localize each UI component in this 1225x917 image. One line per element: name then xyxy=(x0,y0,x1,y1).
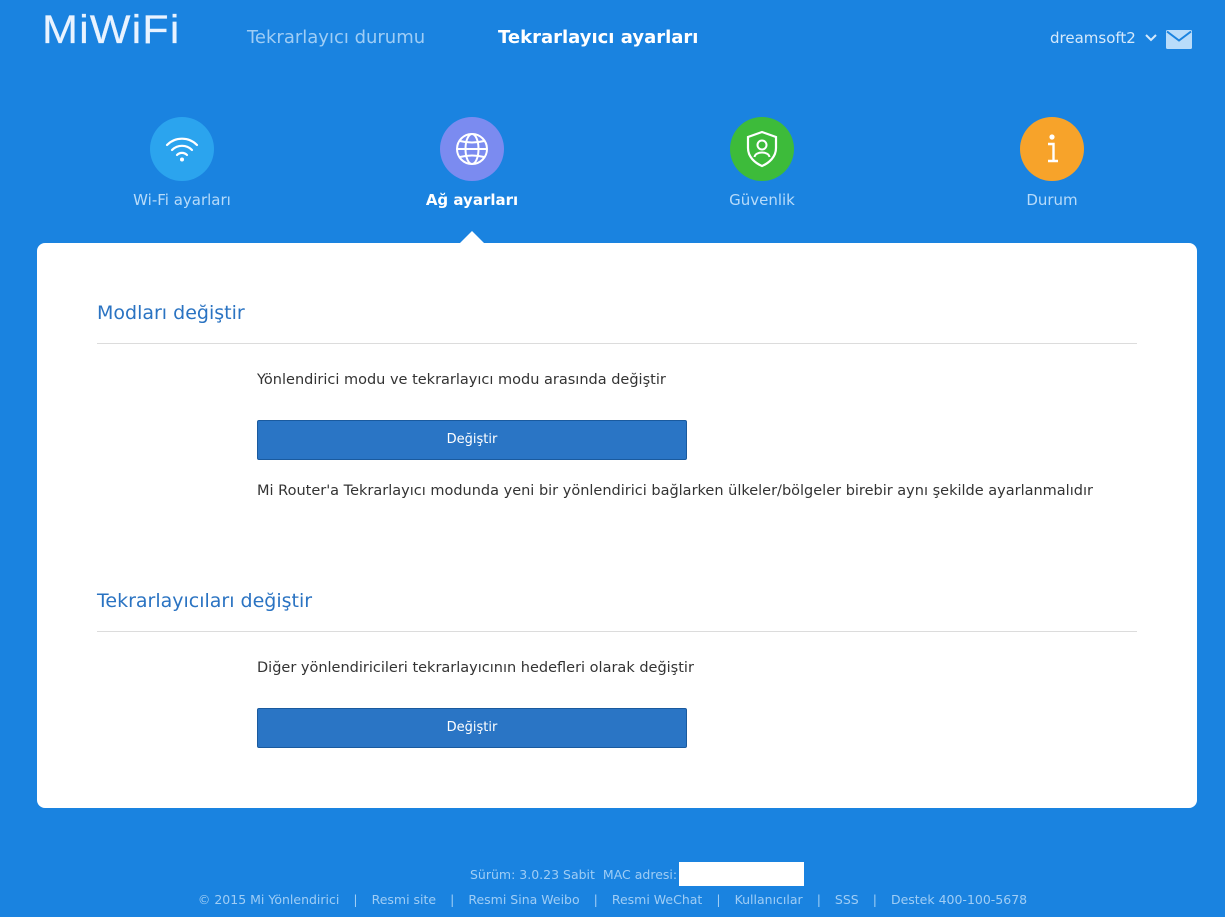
nav-repeater-status[interactable]: Tekrarlayıcı durumu xyxy=(247,26,425,50)
shield-user-icon xyxy=(730,117,794,181)
footer-link-official-site[interactable]: Resmi site xyxy=(372,892,437,907)
switch-repeater-button[interactable]: Değiştir xyxy=(257,708,687,748)
chevron-down-icon xyxy=(1145,34,1157,42)
footer-link-support[interactable]: Destek 400-100-5678 xyxy=(891,892,1027,907)
footer-link-faq[interactable]: SSS xyxy=(835,892,859,907)
mail-icon[interactable] xyxy=(1166,30,1192,49)
mac-address-label: MAC adresi: xyxy=(602,866,678,882)
settings-panel: Modları değiştir Yönlendirici modu ve te… xyxy=(37,243,1197,808)
category-wifi-settings[interactable]: Wi-Fi ayarları xyxy=(92,117,272,210)
category-label: Wi-Fi ayarları xyxy=(133,191,231,209)
category-status[interactable]: Durum xyxy=(962,117,1142,210)
footer-copyright: © 2015 Mi Yönlendirici xyxy=(197,892,340,907)
username: dreamsoft2 xyxy=(1050,29,1136,47)
section-title-switch-modes: Modları değiştir xyxy=(97,302,245,324)
category-label: Güvenlik xyxy=(729,191,795,209)
country-region-note: Mi Router'a Tekrarlayıcı modunda yeni bi… xyxy=(257,483,1093,499)
section-title-switch-repeaters: Tekrarlayıcıları değiştir xyxy=(97,590,313,612)
footer-link-sina-weibo[interactable]: Resmi Sina Weibo xyxy=(468,892,579,907)
category-security[interactable]: Güvenlik xyxy=(672,117,852,210)
miwifi-logo: MiWiFi xyxy=(42,8,181,52)
user-menu[interactable]: dreamsoft2 xyxy=(1050,28,1158,48)
firmware-version: Sürüm: 3.0.23 Sabit xyxy=(470,866,595,882)
mac-address-redacted xyxy=(679,862,805,886)
globe-icon xyxy=(440,117,504,181)
section-divider xyxy=(97,343,1137,344)
switch-modes-description: Yönlendirici modu ve tekrarlayıcı modu a… xyxy=(257,372,666,388)
nav-repeater-settings[interactable]: Tekrarlayıcı ayarları xyxy=(498,26,698,50)
switch-mode-button[interactable]: Değiştir xyxy=(257,420,687,460)
footer-link-wechat[interactable]: Resmi WeChat xyxy=(612,892,702,907)
wifi-icon xyxy=(150,117,214,181)
category-label: Ağ ayarları xyxy=(425,191,519,209)
footer-links: © 2015 Mi Yönlendirici | Resmi site | Resmi … xyxy=(197,892,1028,907)
section-divider xyxy=(97,631,1137,632)
active-tab-pointer xyxy=(460,231,484,243)
footer-version-line: Sürüm: 3.0.23 Sabit MAC adresi: xyxy=(470,862,805,886)
footer-link-users[interactable]: Kullanıcılar xyxy=(735,892,803,907)
switch-repeaters-description: Diğer yönlendiricileri tekrarlayıcının h… xyxy=(257,660,694,676)
category-network-settings[interactable]: Ağ ayarları xyxy=(382,117,562,210)
category-label: Durum xyxy=(1026,191,1078,209)
info-icon xyxy=(1020,117,1084,181)
